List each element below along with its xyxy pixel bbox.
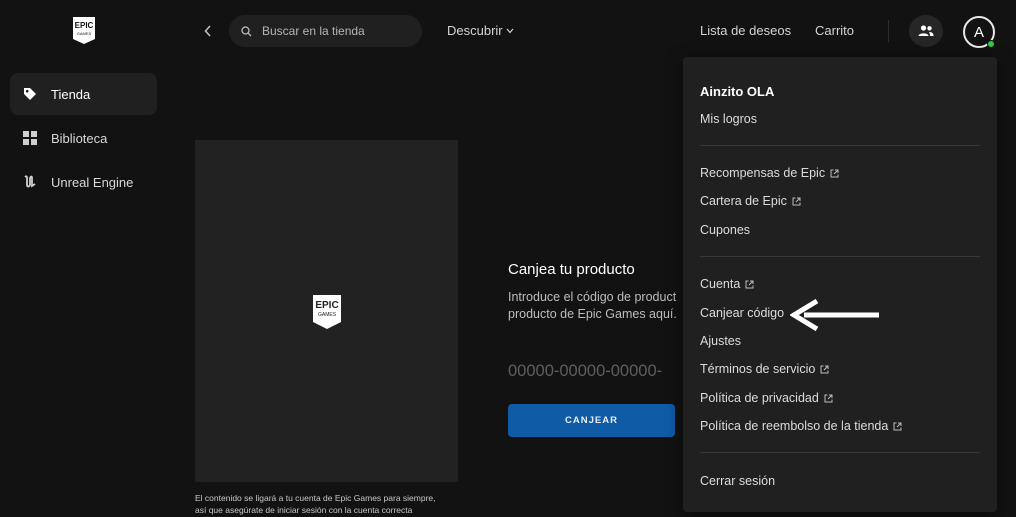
menu-item-achievements[interactable]: Mis logros <box>700 112 757 126</box>
menu-item-terms-of-service[interactable]: Términos de servicio <box>700 362 829 376</box>
topbar-divider <box>888 20 889 42</box>
search-bar[interactable] <box>229 15 422 47</box>
menu-item-label: Política de privacidad <box>700 391 819 405</box>
menu-item-label: Cerrar sesión <box>700 474 776 488</box>
sidebar-item-label: Biblioteca <box>51 130 108 146</box>
friends-icon <box>918 25 934 36</box>
description-line: Introduce el código de product <box>508 290 677 304</box>
menu-item-refund-policy[interactable]: Política de reembolso de la tienda <box>700 419 902 433</box>
menu-item-sign-out[interactable]: Cerrar sesión <box>700 474 775 488</box>
sidebar-item-library[interactable]: Biblioteca <box>10 117 157 159</box>
sidebar: EPIC GAMES Tienda Biblioteca Unreal Engi… <box>0 0 170 517</box>
menu-username: Ainzito OLA <box>700 84 775 99</box>
svg-text:EPIC: EPIC <box>315 300 338 311</box>
epic-games-logo: EPIC GAMES <box>312 295 342 334</box>
menu-item-settings[interactable]: Ajustes <box>700 334 741 348</box>
discover-dropdown[interactable]: Descubrir <box>447 23 514 38</box>
grid-icon <box>22 130 38 146</box>
menu-item-redeem-code[interactable]: Canjear código <box>700 306 784 320</box>
discover-label: Descubrir <box>447 23 503 38</box>
menu-divider <box>700 145 980 146</box>
menu-divider <box>700 256 980 257</box>
redeem-button[interactable]: CANJEAR <box>508 404 675 437</box>
sidebar-item-label: Tienda <box>51 86 91 102</box>
redeem-disclaimer: El contenido se ligará a tu cuenta de Ep… <box>195 492 475 516</box>
svg-text:GAMES: GAMES <box>77 31 92 36</box>
external-link-icon <box>824 394 833 403</box>
sidebar-item-unreal-engine[interactable]: Unreal Engine <box>10 161 157 203</box>
avatar-initial: A <box>973 23 984 41</box>
pointer-arrow-icon <box>789 298 882 337</box>
menu-item-privacy-policy[interactable]: Política de privacidad <box>700 391 833 405</box>
tag-icon <box>22 86 38 102</box>
account-dropdown-menu: Ainzito OLA Mis logros Recompensas de Ep… <box>683 57 997 512</box>
disclaimer-line: así que asegúrate de iniciar sesión con … <box>195 505 413 515</box>
external-link-icon <box>745 280 754 289</box>
external-link-icon <box>830 169 839 178</box>
sidebar-item-store[interactable]: Tienda <box>10 73 157 115</box>
unreal-icon <box>22 174 38 190</box>
menu-item-label: Mis logros <box>700 112 757 126</box>
menu-item-label: Cuenta <box>700 277 741 291</box>
chevron-down-icon <box>506 28 514 33</box>
search-input[interactable] <box>262 24 412 38</box>
online-status-indicator <box>987 40 995 48</box>
redeem-title: Canjea tu producto <box>508 261 635 278</box>
external-link-icon <box>820 365 829 374</box>
menu-divider <box>700 452 980 453</box>
svg-text:GAMES: GAMES <box>318 312 337 318</box>
menu-item-label: Cupones <box>700 223 751 237</box>
menu-item-label: Recompensas de Epic <box>700 166 826 180</box>
menu-item-label: Términos de servicio <box>700 362 816 376</box>
search-icon <box>241 25 252 36</box>
menu-item-epic-rewards[interactable]: Recompensas de Epic <box>700 166 839 180</box>
svg-text:EPIC: EPIC <box>75 21 94 30</box>
epic-games-logo[interactable]: EPIC GAMES <box>72 17 96 44</box>
external-link-icon <box>792 197 801 206</box>
disclaimer-line: El contenido se ligará a tu cuenta de Ep… <box>195 493 436 503</box>
redeem-description: Introduce el código de product producto … <box>508 289 686 323</box>
sidebar-item-label: Unreal Engine <box>51 174 134 190</box>
product-image-placeholder: EPIC GAMES <box>195 140 458 482</box>
menu-item-label: Ajustes <box>700 334 741 348</box>
menu-item-account[interactable]: Cuenta <box>700 277 754 291</box>
menu-item-coupons[interactable]: Cupones <box>700 223 750 237</box>
cart-link[interactable]: Carrito <box>815 23 854 38</box>
menu-item-epic-wallet[interactable]: Cartera de Epic <box>700 194 801 208</box>
menu-item-label: Canjear código <box>700 306 785 320</box>
chevron-left-icon <box>204 25 211 37</box>
menu-item-label: Cartera de Epic <box>700 194 787 208</box>
redeem-code-input[interactable] <box>508 358 684 384</box>
wishlist-link[interactable]: Lista de deseos <box>700 23 791 38</box>
friends-button[interactable] <box>909 15 943 47</box>
external-link-icon <box>893 422 902 431</box>
menu-item-label: Política de reembolso de la tienda <box>700 419 889 433</box>
description-line: producto de Epic Games aquí. <box>508 307 677 321</box>
back-button[interactable] <box>198 21 218 41</box>
